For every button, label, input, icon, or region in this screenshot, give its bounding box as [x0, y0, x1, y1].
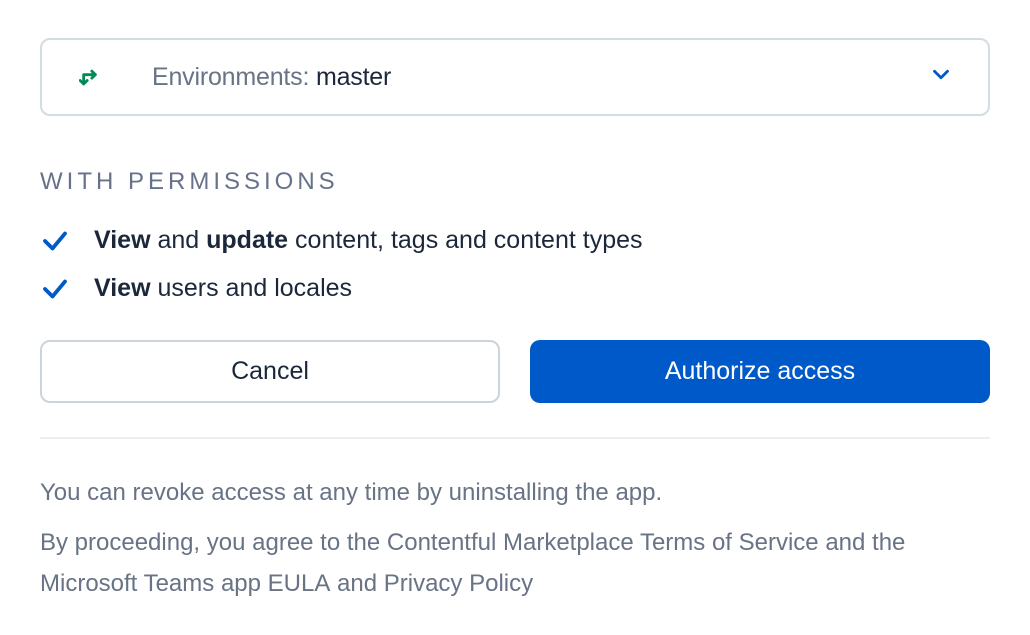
- permission-text: View users and locales: [94, 272, 352, 306]
- footer-text: You can revoke access at any time by uni…: [40, 473, 990, 605]
- permission-item: View and update content, tags and conten…: [40, 224, 990, 258]
- chevron-down-icon: [928, 62, 954, 93]
- environments-dropdown-label: Environments: master: [152, 63, 391, 92]
- permission-item: View users and locales: [40, 272, 990, 306]
- permissions-list: View and update content, tags and conten…: [40, 224, 990, 306]
- branch-icon: [78, 63, 108, 91]
- footer-line-1: You can revoke access at any time by uni…: [40, 473, 990, 514]
- authorize-button[interactable]: Authorize access: [530, 340, 990, 403]
- check-icon: [40, 226, 70, 256]
- terms-link[interactable]: Contentful Marketplace Terms of Service: [387, 529, 819, 556]
- divider: [40, 437, 990, 439]
- check-icon: [40, 274, 70, 304]
- eula-link[interactable]: EULA: [268, 570, 331, 597]
- footer-line-2: By proceeding, you agree to the Contentf…: [40, 523, 990, 605]
- privacy-link[interactable]: Privacy Policy: [384, 570, 533, 597]
- permission-text: View and update content, tags and conten…: [94, 224, 643, 258]
- permissions-heading: WITH PERMISSIONS: [40, 168, 990, 196]
- environments-dropdown[interactable]: Environments: master: [40, 38, 990, 116]
- cancel-button[interactable]: Cancel: [40, 340, 500, 403]
